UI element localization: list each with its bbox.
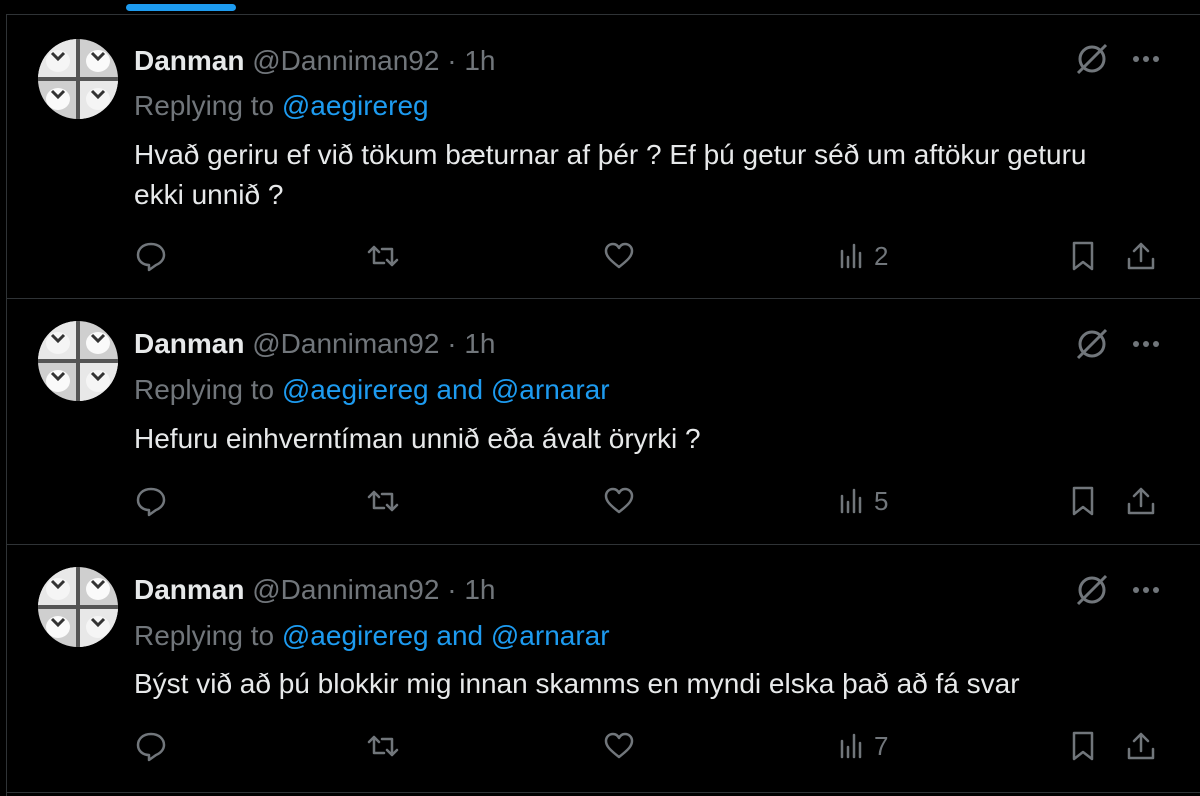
bookmark-icon	[1072, 486, 1094, 516]
tweet[interactable]: Danman @Danniman92 · 1h Replying to @aeg…	[6, 15, 1200, 299]
replying-prefix: Replying to	[134, 90, 275, 121]
bookmark-button[interactable]	[1066, 236, 1100, 276]
avatar-image	[38, 567, 118, 647]
author-handle[interactable]: @Danniman92	[252, 574, 439, 605]
reply-button[interactable]	[134, 726, 168, 766]
tweet-actions: 5	[6, 481, 1200, 521]
separator: ·	[447, 574, 457, 605]
avatar-image	[38, 321, 118, 401]
bookmark-button[interactable]	[1066, 481, 1100, 521]
tweet-text: Hefuru einhverntíman unnið eða ávalt öry…	[134, 423, 701, 454]
separator: ·	[447, 45, 457, 76]
timestamp[interactable]: 1h	[464, 328, 495, 359]
like-icon	[604, 242, 634, 269]
share-button[interactable]	[1124, 481, 1158, 521]
reply-button[interactable]	[134, 236, 168, 276]
share-button[interactable]	[1124, 236, 1158, 276]
author-name[interactable]: Danman	[134, 45, 244, 76]
more-icon[interactable]	[1126, 39, 1166, 79]
like-icon	[604, 732, 634, 759]
tweet[interactable]: Danman @Danniman92 · 1h Replying to @aeg…	[6, 299, 1200, 545]
tweet-text: Býst við að þú blokkir mig innan skamms …	[134, 668, 1020, 699]
timestamp[interactable]: 1h	[464, 574, 495, 605]
views-icon	[840, 243, 862, 269]
reply-mentions[interactable]: @aegirereg and @arnarar	[282, 620, 610, 651]
active-tab-indicator	[126, 4, 236, 11]
replying-prefix: Replying to	[134, 620, 275, 651]
replying-to: Replying to @aegirereg and @arnarar	[134, 374, 610, 406]
tweet-header: Danman @Danniman92 · 1h	[134, 45, 496, 77]
share-icon	[1127, 732, 1155, 760]
tweet-header: Danman @Danniman92 · 1h	[134, 574, 496, 606]
share-icon	[1127, 487, 1155, 515]
views-icon	[840, 733, 862, 759]
reply-button[interactable]	[134, 481, 168, 521]
tweet-actions: 7	[6, 726, 1200, 766]
separator: ·	[447, 328, 457, 359]
avatar[interactable]	[38, 567, 118, 647]
like-button[interactable]	[602, 726, 636, 766]
reply-icon	[136, 732, 166, 762]
retweet-icon	[367, 245, 399, 267]
replying-to: Replying to @aegirereg and @arnarar	[134, 620, 610, 652]
grok-icon[interactable]	[1072, 570, 1112, 610]
author-name[interactable]: Danman	[134, 328, 244, 359]
author-name[interactable]: Danman	[134, 574, 244, 605]
more-icon[interactable]	[1126, 570, 1166, 610]
like-button[interactable]	[602, 236, 636, 276]
retweet-button[interactable]	[366, 481, 400, 521]
grok-icon[interactable]	[1072, 324, 1112, 364]
views-count: 2	[874, 240, 889, 271]
views-count: 5	[874, 485, 889, 516]
avatar[interactable]	[38, 39, 118, 119]
retweet-button[interactable]	[366, 726, 400, 766]
reply-mentions[interactable]: @aegirereg	[282, 90, 429, 121]
views-button[interactable]: 5	[834, 481, 888, 521]
like-icon	[604, 487, 634, 514]
reply-icon	[136, 242, 166, 272]
reply-icon	[136, 487, 166, 517]
more-icon[interactable]	[1126, 324, 1166, 364]
retweet-button[interactable]	[366, 236, 400, 276]
views-button[interactable]: 7	[834, 726, 888, 766]
tweet-text: Hvað geriru ef við tökum bæturnar af þér…	[134, 139, 1087, 210]
tweet[interactable]: Danman @Danniman92 · 1h Replying to @aeg…	[6, 545, 1200, 793]
grok-icon[interactable]	[1072, 39, 1112, 79]
reply-mentions[interactable]: @aegirereg and @arnarar	[282, 374, 610, 405]
views-button[interactable]: 2	[834, 236, 888, 276]
views-count: 7	[874, 730, 889, 761]
replying-to: Replying to @aegirereg	[134, 90, 429, 122]
retweet-icon	[367, 735, 399, 757]
avatar-image	[38, 39, 118, 119]
share-button[interactable]	[1124, 726, 1158, 766]
tweet-header: Danman @Danniman92 · 1h	[134, 328, 496, 360]
replying-prefix: Replying to	[134, 374, 275, 405]
retweet-icon	[367, 490, 399, 512]
bookmark-icon	[1072, 731, 1094, 761]
bookmark-button[interactable]	[1066, 726, 1100, 766]
views-icon	[840, 488, 862, 514]
tweet-actions: 2	[6, 236, 1200, 276]
avatar[interactable]	[38, 321, 118, 401]
like-button[interactable]	[602, 481, 636, 521]
bookmark-icon	[1072, 241, 1094, 271]
author-handle[interactable]: @Danniman92	[252, 328, 439, 359]
timestamp[interactable]: 1h	[464, 45, 495, 76]
author-handle[interactable]: @Danniman92	[252, 45, 439, 76]
share-icon	[1127, 242, 1155, 270]
